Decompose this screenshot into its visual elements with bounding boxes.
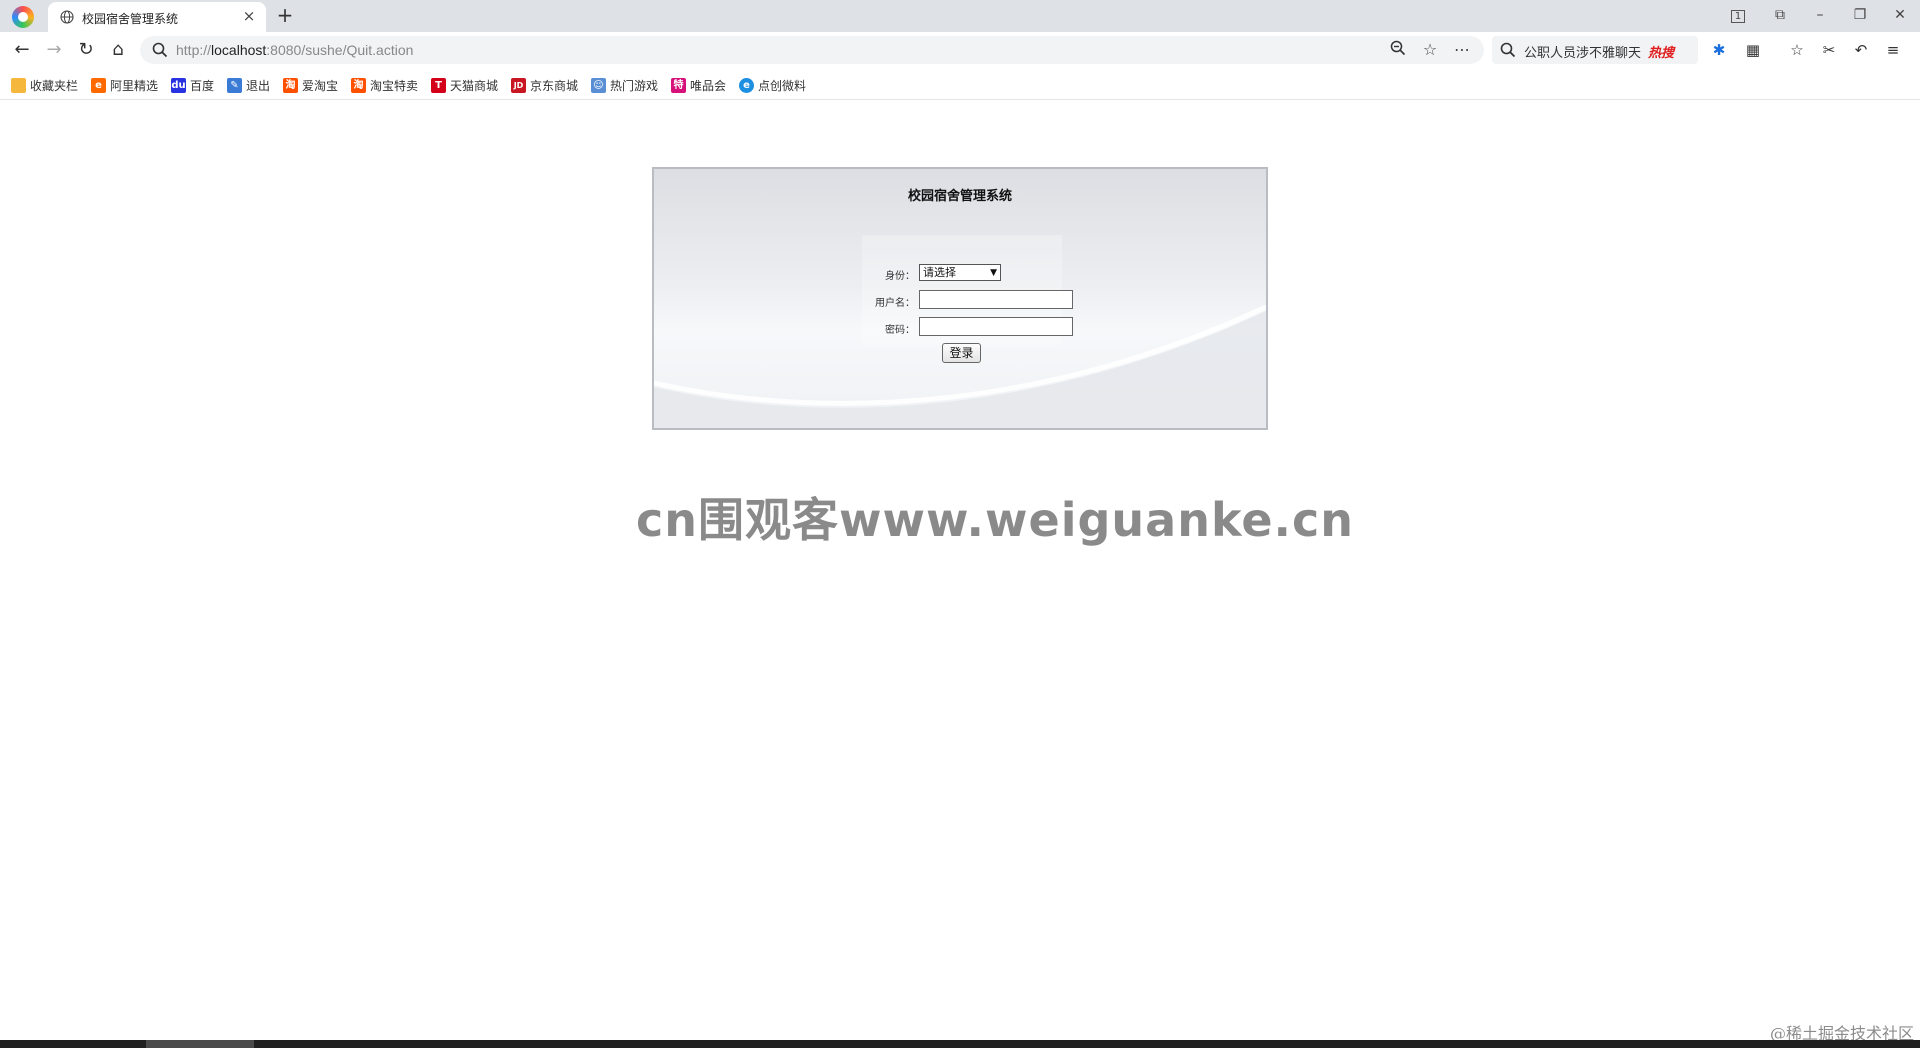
shirt-skin-icon[interactable]: ⧉: [1768, 4, 1792, 26]
bookmark-item[interactable]: du 百度: [171, 76, 214, 94]
hot-search-badge: 热搜: [1648, 46, 1675, 61]
jd-icon: JD: [511, 77, 526, 93]
url-host: localhost: [211, 42, 267, 58]
bookmarks-bar: 收藏夹栏 e 阿里精选 du 百度 ✎ 退出 淘爱淘宝 淘淘宝特卖 T 天猫商城 JD 京…: [0, 68, 1920, 100]
role-selected-value: 请选择: [923, 266, 956, 279]
taobao-icon: 淘: [351, 77, 366, 93]
chevron-down-icon: ▼: [990, 268, 997, 278]
hot-search-text: 公职人员涉不雅聊天: [1524, 46, 1642, 61]
baidu-icon: du: [171, 77, 186, 93]
apps-grid-icon[interactable]: ▦: [1742, 39, 1764, 61]
bookmark-label: 百度: [190, 78, 215, 93]
search-icon: [152, 42, 168, 58]
password-label: 密码：: [885, 325, 915, 336]
bookmark-item[interactable]: 淘淘宝特卖: [351, 76, 418, 94]
feather-icon: ✎: [227, 77, 242, 93]
taskbar: [0, 1040, 1920, 1048]
new-tab-button[interactable]: +: [274, 4, 296, 26]
site-watermark: cn围观客www.weiguanke.cn: [636, 493, 1355, 547]
browser-logo-icon[interactable]: [12, 6, 34, 28]
star-icon[interactable]: ☆: [1420, 40, 1440, 60]
edge-icon: e: [739, 77, 754, 93]
tab-strip: 校园宿舍管理系统 × + 1 ⧉ – ❐ ✕: [0, 0, 1920, 32]
home-button[interactable]: ⌂: [106, 39, 130, 61]
restore-button[interactable]: ❐: [1848, 4, 1872, 26]
forward-button[interactable]: →: [42, 39, 66, 61]
folder-icon: [11, 77, 26, 93]
extension-puzzle-icon[interactable]: ✱: [1708, 39, 1730, 61]
hot-search-box[interactable]: 公职人员涉不雅聊天 热搜: [1492, 36, 1698, 64]
url-path: :8080/sushe/Quit.action: [266, 42, 414, 58]
bookmark-item[interactable]: 淘爱淘宝: [283, 76, 338, 94]
username-label: 用户名：: [875, 298, 915, 309]
bookmark-item[interactable]: JD 京东商城: [511, 76, 578, 94]
tmall-icon: T: [431, 77, 446, 93]
vip-icon: 特: [671, 77, 686, 93]
globe-icon: [60, 10, 74, 24]
login-button[interactable]: 登录: [942, 343, 981, 363]
magnifier-minus-icon: [1390, 40, 1406, 56]
bookmark-item[interactable]: ☺ 热门游戏: [591, 76, 658, 94]
bookmark-item[interactable]: T 天猫商城: [431, 76, 498, 94]
system-title: 校园宿舍管理系统: [907, 189, 1012, 204]
back-button[interactable]: ←: [10, 39, 34, 61]
active-tab[interactable]: 校园宿舍管理系统 ×: [48, 2, 266, 32]
bookmark-item[interactable]: e 点创微料: [739, 76, 806, 94]
login-panel: 校园宿舍管理系统 身份： 请选择 ▼ 用户名： 密码： 登录: [652, 167, 1268, 430]
role-label: 身份：: [885, 271, 915, 282]
bookmark-label: 淘宝特卖: [370, 78, 419, 93]
role-select[interactable]: 请选择 ▼: [919, 264, 1001, 281]
search-icon: [1500, 42, 1516, 58]
close-window-button[interactable]: ✕: [1888, 4, 1912, 26]
bookmark-label: 热门游戏: [610, 78, 659, 93]
bookmark-label: 唯品会: [690, 78, 727, 93]
alibaba-icon: e: [91, 77, 106, 93]
tab-count-button[interactable]: 1: [1726, 4, 1750, 26]
favorites-list-icon[interactable]: ☆: [1786, 39, 1808, 61]
game-icon: ☺: [591, 77, 606, 93]
url-text[interactable]: http://localhost:8080/sushe/Quit.action: [176, 42, 413, 58]
scissors-icon[interactable]: ✂: [1818, 39, 1840, 61]
more-icon[interactable]: ⋯: [1452, 40, 1472, 60]
undo-icon[interactable]: ↶: [1850, 39, 1872, 61]
tab-title: 校园宿舍管理系统: [82, 12, 179, 26]
address-bar[interactable]: http://localhost:8080/sushe/Quit.action …: [140, 36, 1484, 64]
username-input[interactable]: [919, 290, 1073, 309]
taskbar-item[interactable]: [146, 1040, 254, 1048]
menu-icon[interactable]: ≡: [1882, 39, 1904, 61]
url-scheme: http://: [176, 42, 212, 58]
bookmark-item[interactable]: 特唯品会: [671, 76, 726, 94]
reload-button[interactable]: ↻: [74, 39, 98, 61]
bookmark-label: 退出: [246, 78, 271, 93]
minimize-button[interactable]: –: [1808, 4, 1832, 26]
bookmark-label: 天猫商城: [450, 78, 499, 93]
zoom-icon[interactable]: [1388, 40, 1408, 60]
taobao-icon: 淘: [283, 77, 298, 93]
bookmark-item[interactable]: ✎ 退出: [227, 76, 270, 94]
bookmark-item[interactable]: e 阿里精选: [91, 76, 158, 94]
tab-close-icon[interactable]: ×: [240, 7, 258, 25]
bookmark-item[interactable]: 收藏夹栏: [11, 76, 78, 94]
bookmark-label: 阿里精选: [110, 78, 159, 93]
navigation-bar: ← → ↻ ⌂ http://localhost:8080/sushe/Quit…: [0, 32, 1920, 68]
bookmark-label: 京东商城: [530, 78, 579, 93]
password-input[interactable]: [919, 317, 1073, 336]
bookmark-label: 点创微料: [758, 78, 807, 93]
bookmark-label: 爱淘宝: [302, 78, 339, 93]
bookmark-label: 收藏夹栏: [30, 78, 79, 93]
